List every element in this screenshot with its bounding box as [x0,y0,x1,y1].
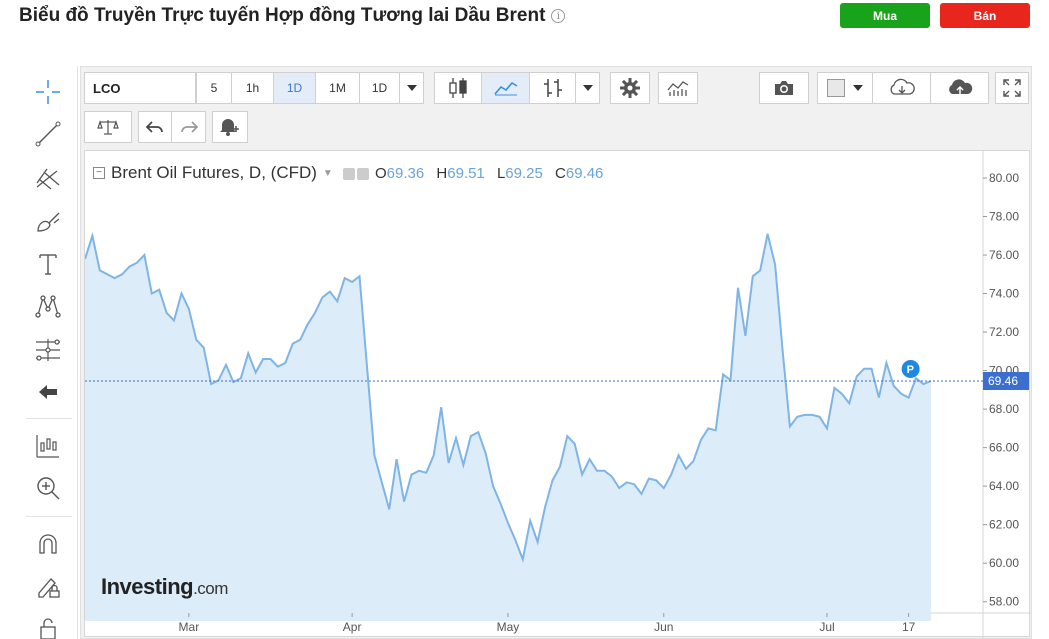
indicators-icon[interactable] [34,432,62,460]
y-tick-label: 80.00 [989,171,1019,185]
settings-group [610,72,698,104]
area-chart-icon[interactable] [482,72,530,104]
y-tick-label: 62.00 [989,518,1019,532]
y-tick-label: 72.00 [989,325,1019,339]
ohlc-values: O69.36 H69.51 L69.25 C69.46 [342,164,612,182]
redo-icon[interactable] [172,111,206,143]
instrument-name: Brent Oil Futures, D, (CFD) [111,163,317,182]
x-tick-label: Jul [819,620,834,634]
price-chart[interactable]: 80.00 78.00 76.00 74.00 72.00 70.00 68.00 66.00… [84,150,1031,638]
magnet-icon[interactable] [34,530,62,558]
high-label: H [436,164,448,182]
logo-brand: Investing [101,574,194,599]
interval-1m[interactable]: 1M [316,72,360,104]
symbol-input[interactable]: LCO [84,72,196,104]
brush-icon[interactable] [34,208,62,236]
bar-chart-icon[interactable] [530,72,576,104]
y-tick-label: 58.00 [989,595,1019,609]
x-tick-label: Jun [654,620,673,634]
color-swatch [827,79,845,97]
chart-panel: LCO 5 1h 1D 1M 1D 80.00 78.00 76.00 74.0… [80,66,1032,639]
chevron-down-icon [853,85,863,91]
y-tick-label: 68.00 [989,402,1019,416]
pattern-icon[interactable] [34,292,62,320]
zoom-icon[interactable] [34,474,62,502]
fullscreen-icon[interactable] [995,72,1029,104]
camera-icon[interactable] [759,72,809,104]
x-tick-label: May [497,620,520,634]
alert-bell-icon[interactable] [212,111,248,143]
pitchfork-icon[interactable] [34,164,62,192]
collapse-legend-icon[interactable]: − [93,167,105,179]
close-value: 69.46 [565,164,604,182]
open-label: O [375,164,387,182]
y-tick-label: 74.00 [989,287,1019,301]
y-tick-label: 64.00 [989,479,1019,493]
position-marker-label: P [907,364,914,376]
compare-icon[interactable] [84,111,132,143]
high-value: 69.51 [447,164,485,182]
interval-1d[interactable]: 1D [274,72,316,104]
page-title-text: Biểu đồ Truyền Trực tuyến Hợp đồng Tương… [19,5,546,26]
chart-toolbar-secondary [84,111,248,143]
low-value: 69.25 [505,164,543,182]
sell-button[interactable]: Bán [940,3,1030,28]
x-tick-label: Mar [179,620,200,634]
crosshair-icon[interactable] [34,78,62,106]
eye-icon[interactable] [342,167,355,180]
indicators-chart-icon[interactable] [658,72,698,104]
lock-icon[interactable] [34,614,62,639]
y-tick-label: 66.00 [989,441,1019,455]
page-title: Biểu đồ Truyền Trực tuyến Hợp đồng Tương… [19,5,566,27]
gear-icon[interactable] [356,167,369,180]
drawing-toolbar [20,66,78,639]
open-value: 69.36 [386,164,425,182]
page: Biểu đồ Truyền Trực tuyến Hợp đồng Tương… [0,0,1049,639]
chevron-down-icon[interactable] [400,72,424,104]
fib-icon[interactable] [34,336,62,364]
price-area-fill [85,233,931,622]
chevron-down-icon[interactable] [576,72,600,104]
last-price-label: 69.46 [988,374,1018,388]
cloud-download-icon[interactable] [873,72,931,104]
lock-edit-icon[interactable] [34,572,62,600]
interval-5[interactable]: 5 [196,72,232,104]
color-picker[interactable] [817,72,873,104]
toolbar-divider [26,516,72,517]
interval-dropdown-value[interactable]: 1D [360,72,400,104]
toolbar-divider [26,418,72,419]
y-tick-label: 76.00 [989,248,1019,262]
y-tick-label: 78.00 [989,209,1019,223]
x-tick-label: 17 [902,620,916,634]
price-chart-svg: 80.0078.0076.0074.0072.0070.0068.0066.00… [85,151,1031,638]
interval-1h[interactable]: 1h [232,72,274,104]
info-icon[interactable]: i [551,9,566,23]
buy-button[interactable]: Mua [840,3,930,28]
text-icon[interactable] [34,250,62,278]
undo-icon[interactable] [138,111,172,143]
chevron-down-icon[interactable]: ▼ [323,168,333,179]
close-label: C [555,164,566,182]
trend-line-icon[interactable] [34,120,62,148]
gear-icon[interactable] [610,72,650,104]
y-tick-label: 60.00 [989,556,1019,570]
x-tick-label: Apr [343,620,362,634]
back-arrow-icon[interactable] [34,378,62,406]
chart-legend: − Brent Oil Futures, D, (CFD) ▼ O69.36 H… [93,163,611,183]
logo-suffix: .com [193,579,228,598]
cloud-upload-icon[interactable] [931,72,989,104]
chart-type-group [434,72,600,104]
export-group [759,72,1029,104]
candlestick-icon[interactable] [434,72,482,104]
chart-toolbar: LCO 5 1h 1D 1M 1D [84,72,424,104]
investing-logo: Investing.com [101,574,228,600]
